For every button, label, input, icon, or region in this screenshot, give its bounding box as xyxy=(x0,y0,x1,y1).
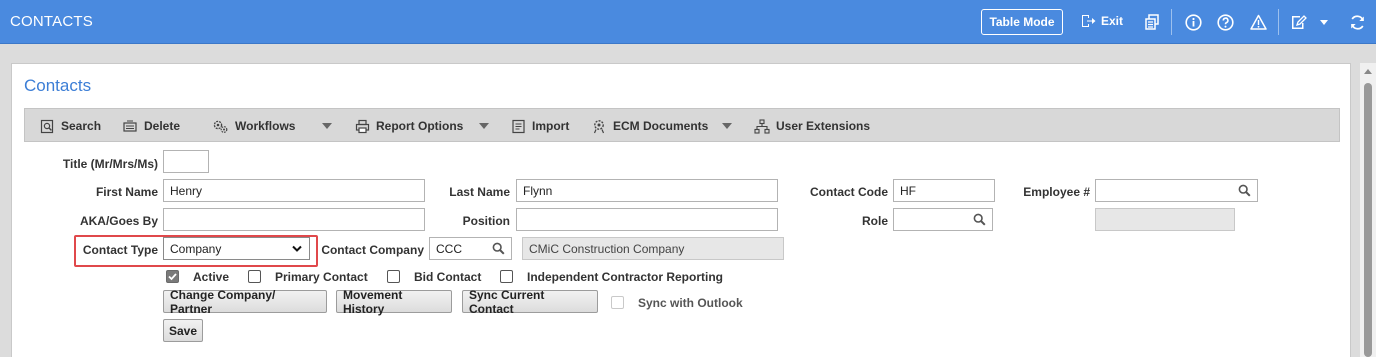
title-field[interactable] xyxy=(163,150,209,173)
employee-name-field xyxy=(1095,208,1235,231)
warning-icon[interactable] xyxy=(1248,12,1268,32)
search-icon[interactable] xyxy=(1238,184,1251,197)
search-label: Search xyxy=(61,119,102,133)
save-button[interactable]: Save xyxy=(163,319,203,342)
bid-contact-checkbox[interactable] xyxy=(387,270,400,283)
action-toolbar: Search Delete Workflows Report Options I… xyxy=(24,108,1340,142)
ecm-documents-button[interactable]: ECM Documents xyxy=(591,109,708,143)
search-icon[interactable] xyxy=(492,242,505,255)
role-field[interactable] xyxy=(893,208,993,231)
active-label: Active xyxy=(193,270,230,284)
chevron-down-icon[interactable] xyxy=(1314,12,1334,32)
search-icon[interactable] xyxy=(973,213,986,226)
import-button[interactable]: Import xyxy=(511,109,569,143)
user-extensions-button[interactable]: User Extensions xyxy=(754,109,870,143)
exit-icon xyxy=(1082,15,1096,27)
table-mode-button[interactable]: Table Mode xyxy=(981,9,1063,35)
edit-icon[interactable] xyxy=(1288,12,1308,32)
report-options-button[interactable]: Report Options xyxy=(355,109,463,143)
contact-company-label: Contact Company xyxy=(321,243,424,257)
contact-type-label: Contact Type xyxy=(82,243,158,257)
workflows-button[interactable]: Workflows xyxy=(212,109,295,143)
primary-contact-checkbox[interactable] xyxy=(248,270,261,283)
contact-company-code-field[interactable]: CCC xyxy=(429,237,512,260)
contact-company-code: CCC xyxy=(436,242,462,256)
workflows-label: Workflows xyxy=(235,119,296,133)
bid-contact-label: Bid Contact xyxy=(414,270,482,284)
primary-contact-label: Primary Contact xyxy=(275,270,368,284)
printer-icon xyxy=(355,119,370,133)
contact-type-value: Company xyxy=(170,242,222,256)
app-title: CONTACTS xyxy=(10,13,93,30)
ecm-gear-icon xyxy=(593,119,605,133)
first-name-label: First Name xyxy=(95,185,158,199)
employee-label: Employee # xyxy=(1023,185,1090,199)
exit-button[interactable]: Exit xyxy=(1080,13,1123,29)
employee-field[interactable] xyxy=(1095,179,1258,202)
position-field[interactable] xyxy=(516,208,778,231)
vertical-scrollbar[interactable] xyxy=(1360,63,1376,357)
independent-contractor-label: Independent Contractor Reporting xyxy=(527,270,723,284)
change-company-button[interactable]: Change Company/ Partner xyxy=(163,288,327,316)
delete-label: Delete xyxy=(144,119,181,133)
ecm-documents-label: ECM Documents xyxy=(613,119,709,133)
scroll-thumb[interactable] xyxy=(1364,83,1372,357)
import-label: Import xyxy=(532,119,570,133)
panel-title: Contacts xyxy=(24,76,92,95)
report-options-dropdown-icon[interactable] xyxy=(479,123,489,129)
aka-field[interactable] xyxy=(163,208,425,231)
sync-current-contact-button[interactable]: Sync Current Contact xyxy=(462,288,598,316)
help-icon[interactable] xyxy=(1215,12,1235,32)
refresh-icon[interactable] xyxy=(1347,12,1367,32)
print-icon[interactable] xyxy=(1143,12,1163,32)
last-name-label: Last Name xyxy=(449,185,510,199)
movement-history-button[interactable]: Movement History xyxy=(336,288,452,316)
user-extensions-label: User Extensions xyxy=(776,119,871,133)
report-options-label: Report Options xyxy=(376,119,464,133)
position-label: Position xyxy=(462,214,510,228)
delete-button[interactable]: Delete xyxy=(122,109,180,143)
delete-icon xyxy=(123,119,137,132)
import-icon xyxy=(512,119,525,133)
aka-label: AKA/Goes By xyxy=(79,214,158,228)
active-checkbox[interactable] xyxy=(166,270,179,283)
independent-contractor-checkbox[interactable] xyxy=(500,270,513,283)
checkmark-icon xyxy=(168,273,177,281)
sync-outlook-label: Sync with Outlook xyxy=(638,296,743,310)
last-name-field[interactable]: Flynn xyxy=(516,179,778,202)
search-doc-icon xyxy=(40,119,54,133)
exit-label: Exit xyxy=(1101,14,1124,28)
chevron-down-icon xyxy=(292,245,302,252)
hierarchy-icon xyxy=(754,118,770,134)
workflows-dropdown-icon[interactable] xyxy=(322,123,332,129)
sync-outlook-checkbox[interactable] xyxy=(611,296,624,309)
role-label: Role xyxy=(861,214,888,228)
contact-company-name-field: CMiC Construction Company xyxy=(522,237,784,260)
ecm-documents-dropdown-icon[interactable] xyxy=(722,123,732,129)
contact-type-select[interactable]: Company xyxy=(163,237,310,260)
scroll-up-icon[interactable] xyxy=(1364,69,1372,74)
contacts-panel: Contacts Search Delete Workflows Report … xyxy=(11,63,1351,357)
info-icon[interactable] xyxy=(1183,12,1203,32)
app-header: CONTACTS Table Mode Exit xyxy=(0,0,1376,44)
title-label: Title (Mr/Mrs/Ms) xyxy=(62,157,158,171)
contact-code-label: Contact Code xyxy=(810,185,888,199)
gears-icon xyxy=(213,120,228,133)
first-name-field[interactable]: Henry xyxy=(163,179,425,202)
contact-code-field[interactable]: HF xyxy=(893,179,995,202)
search-button[interactable]: Search xyxy=(40,109,101,143)
